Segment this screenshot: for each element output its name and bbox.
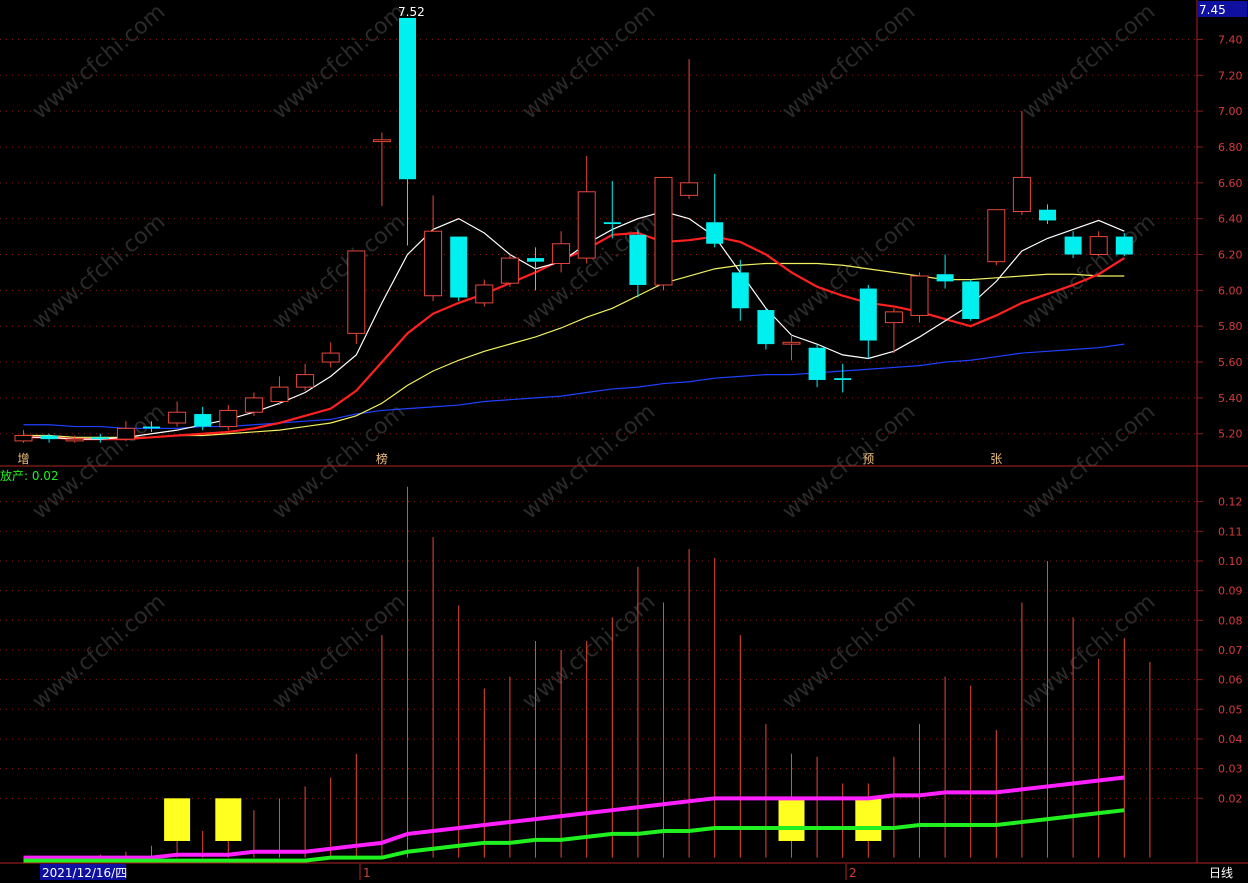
price-tick-label: 5.80 (1218, 320, 1243, 333)
candle-body-down (40, 435, 58, 440)
candle-body-up (654, 176, 673, 286)
volume-tick-label: 0.03 (1218, 763, 1243, 776)
price-tick-label: 7.00 (1218, 105, 1243, 118)
candle-body-up (987, 209, 1006, 263)
candle-body-up (244, 397, 263, 413)
candle-body-up (219, 409, 238, 428)
candle-body-up (168, 411, 187, 424)
volume-highlight-bar (215, 798, 242, 841)
date-label: 2021/12/16/四 (42, 866, 127, 880)
candle-body-up (552, 243, 571, 264)
candle-body-up (884, 311, 903, 324)
candle-body-down (527, 258, 544, 262)
candle-body-down (603, 222, 621, 225)
stock-chart: www.cfchi.com www.cfchi.com www.cfchi.com w… (0, 0, 1248, 883)
candle-body-down (450, 236, 468, 298)
candle-body-up (321, 352, 340, 363)
candle-body-down (1115, 236, 1133, 255)
volume-tick-label: 0.11 (1218, 525, 1243, 538)
signal-marker: 预 (862, 452, 874, 466)
volume-tick-label: 0.05 (1218, 703, 1243, 716)
candle-body-up (910, 275, 929, 316)
candle-body-down (962, 281, 980, 320)
indicator-label: 放产: 0.02 (0, 468, 59, 483)
volume-tick-label: 0.02 (1218, 792, 1243, 805)
volume-tick-label: 0.10 (1218, 555, 1243, 568)
volume-tick-label: 0.08 (1218, 614, 1243, 627)
candle-body-down (834, 378, 852, 380)
candle-body-down (629, 234, 647, 285)
signal-marker: 增 (18, 452, 30, 466)
candle-body-up (296, 374, 315, 388)
candle-body-up (475, 284, 494, 304)
volume-tick-label: 0.09 (1218, 585, 1243, 598)
candle-body-up (680, 182, 699, 196)
candle-body-down (859, 288, 877, 341)
price-tick-label: 6.60 (1218, 177, 1243, 190)
price-tick-label: 5.60 (1218, 356, 1243, 369)
volume-tick-label: 0.07 (1218, 644, 1243, 657)
price-tick-label: 6.20 (1218, 249, 1243, 262)
price-tick-label: 5.20 (1218, 428, 1243, 441)
candle-body-up (14, 435, 33, 442)
volume-tick-label: 0.12 (1218, 496, 1243, 509)
candle-body-up (1012, 176, 1031, 212)
candle-body-up (577, 191, 596, 259)
candle-body-down (731, 272, 749, 309)
candle-body-down (399, 17, 416, 180)
volume-highlight-bar (164, 798, 191, 841)
signal-marker: 张 (990, 452, 1002, 466)
period-label[interactable]: 日线 (1209, 866, 1233, 880)
candle-body-down (194, 414, 212, 427)
month-label-1: 1 (363, 866, 371, 880)
candle-body-up (782, 341, 801, 345)
price-tick-label: 6.40 (1218, 213, 1243, 226)
high-marker: 7.52 (398, 5, 425, 19)
candle-body-up (347, 250, 366, 334)
candle-body-down (757, 310, 775, 345)
current-price: 7.45 (1199, 3, 1226, 17)
price-tick-label: 6.00 (1218, 284, 1243, 297)
candle-body-up (424, 230, 443, 297)
candle-body-up (1089, 236, 1108, 256)
volume-tick-label: 0.04 (1218, 733, 1243, 746)
candle-body-down (706, 222, 724, 244)
candle-body-up (116, 427, 135, 440)
candle-body-up (500, 257, 519, 284)
signal-marker: 榜 (376, 451, 388, 466)
candle-body-up (372, 139, 391, 143)
candle-body-down (143, 426, 160, 429)
candle-body-down (808, 347, 826, 380)
candle-body-down (91, 437, 109, 440)
price-tick-label: 6.80 (1218, 141, 1243, 154)
candle-body-up (65, 438, 84, 442)
candle-body-down (1039, 209, 1056, 221)
candle-body-up (270, 386, 289, 402)
volume-tick-label: 0.06 (1218, 674, 1243, 687)
month-label-2: 2 (849, 866, 857, 880)
volume-highlight-bar (778, 798, 805, 841)
candle-body-down (1064, 236, 1082, 255)
volume-highlight-bar (855, 798, 882, 841)
price-tick-label: 5.40 (1218, 392, 1243, 405)
price-tick-label: 7.40 (1218, 33, 1243, 46)
price-tick-label: 7.20 (1218, 69, 1243, 82)
candle-body-down (936, 274, 954, 282)
